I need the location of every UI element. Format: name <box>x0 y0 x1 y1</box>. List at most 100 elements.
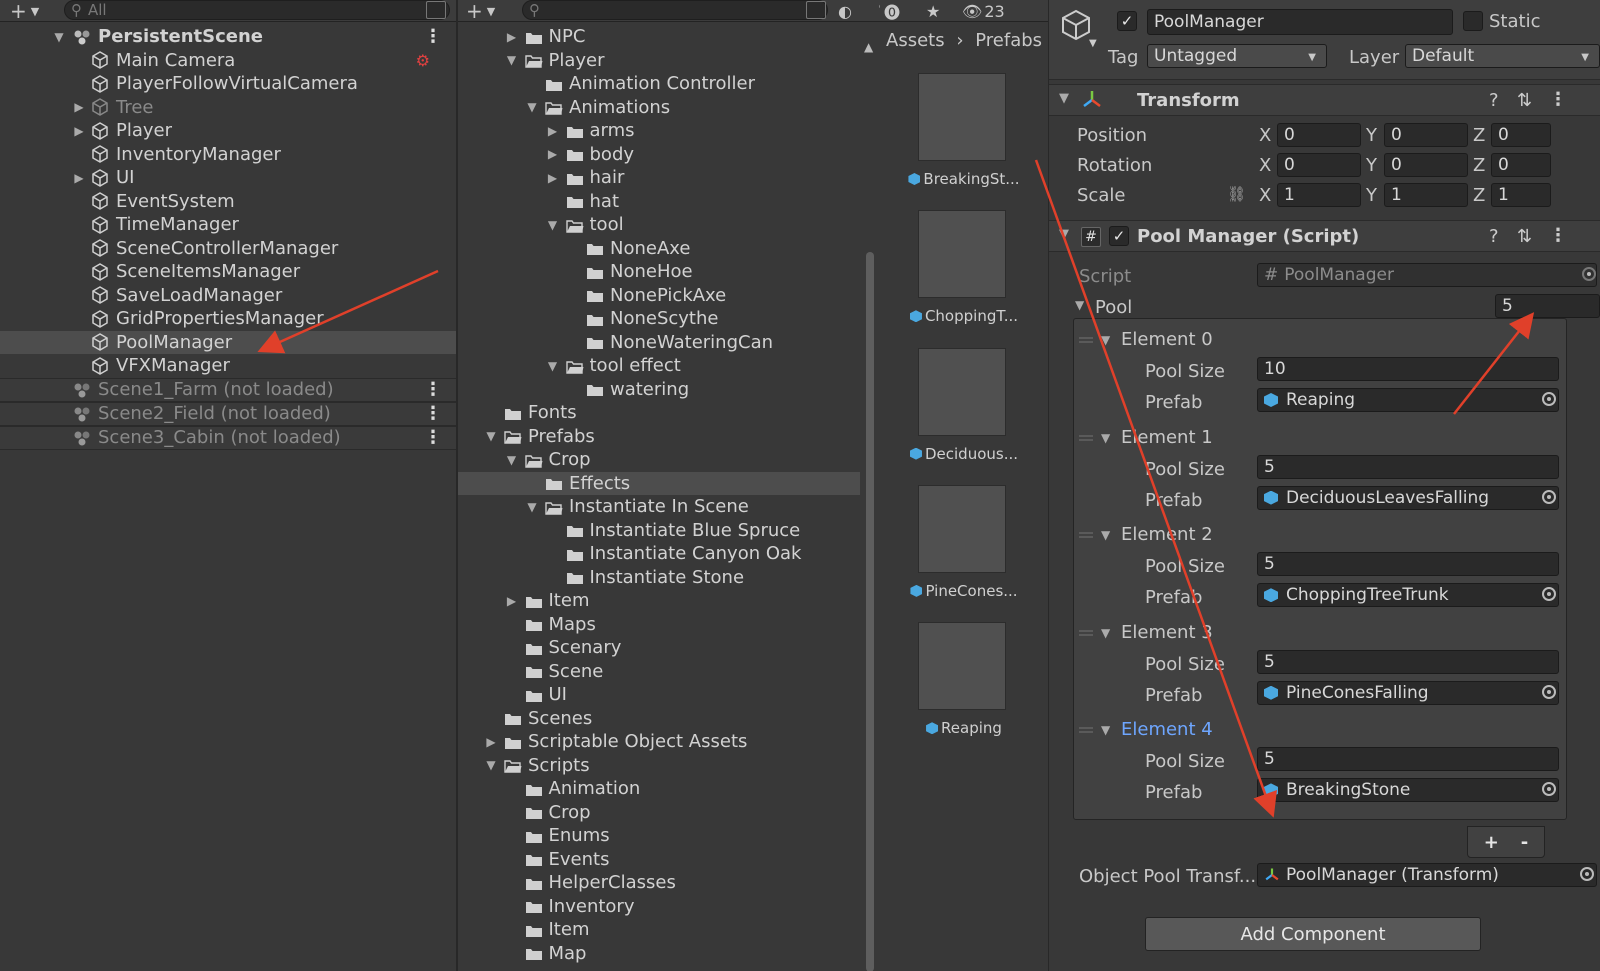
foldout-arrow-icon[interactable]: ▼ <box>1101 333 1110 347</box>
prefab-thumbnail[interactable] <box>918 484 1006 573</box>
project-folder[interactable]: Events <box>458 848 860 872</box>
foldout-arrow-icon[interactable]: ▼ <box>1059 91 1069 106</box>
scale-x-field[interactable]: 1 <box>1277 183 1361 207</box>
project-folder[interactable]: ▶ body <box>458 143 860 167</box>
scene-menu-icon[interactable]: ⋮ <box>424 26 442 47</box>
project-folder[interactable]: Animation <box>458 777 860 801</box>
element-label[interactable]: Element 0 <box>1121 329 1213 350</box>
project-folder[interactable]: NoneWateringCan <box>458 331 860 355</box>
project-folder[interactable]: Instantiate Canyon Oak <box>458 542 860 566</box>
project-folder[interactable]: Animation Controller <box>458 72 860 96</box>
object-picker-icon[interactable] <box>1542 392 1556 406</box>
hierarchy-item[interactable]: SaveLoadManager <box>0 284 456 308</box>
project-folder[interactable]: NoneAxe <box>458 237 860 261</box>
project-folder[interactable]: watering <box>458 378 860 402</box>
element-label[interactable]: Element 2 <box>1121 524 1213 545</box>
project-folder[interactable]: ▶ Item <box>458 589 860 613</box>
folder-toggle-icon[interactable]: ▼ <box>484 429 498 443</box>
project-folder[interactable]: ▼ Crop <box>458 448 860 472</box>
project-folder[interactable]: ▼ tool effect <box>458 354 860 378</box>
prefab-thumbnail[interactable] <box>918 210 1006 299</box>
expand-arrow-icon[interactable]: ▶ <box>72 171 86 185</box>
gameobject-icon[interactable] <box>1059 8 1093 47</box>
filter-by-type-icon[interactable]: ◐ <box>838 0 852 22</box>
object-pool-field[interactable]: PoolManager (Transform) <box>1257 863 1597 887</box>
element-prefab-field[interactable]: BreakingStone <box>1257 778 1559 803</box>
element-pool-size-field[interactable]: 5 <box>1257 454 1559 479</box>
folder-toggle-icon[interactable]: ▶ <box>505 594 519 608</box>
element-prefab-field[interactable]: ChoppingTreeTrunk <box>1257 583 1559 608</box>
presets-icon[interactable]: ⇅ <box>1517 90 1532 111</box>
project-search-input[interactable]: ⚲ <box>522 0 828 20</box>
project-folder[interactable]: NonePickAxe <box>458 284 860 308</box>
hierarchy-item[interactable]: Main Camera ⚙ <box>0 49 456 73</box>
static-checkbox[interactable] <box>1463 11 1483 31</box>
scene-menu-icon[interactable]: ⋮ <box>424 427 442 448</box>
project-folder[interactable]: Scene <box>458 660 860 684</box>
component-menu-icon[interactable]: ⋮ <box>1549 89 1567 110</box>
create-button[interactable]: + ▼ <box>10 0 39 23</box>
object-picker-icon[interactable] <box>1542 684 1556 699</box>
element-pool-size-field[interactable]: 5 <box>1257 552 1559 577</box>
hierarchy-item[interactable]: PlayerFollowVirtualCamera <box>0 72 456 96</box>
foldout-arrow-icon[interactable]: ▼ <box>1075 298 1084 312</box>
pool-size-field[interactable]: 5 <box>1495 294 1600 318</box>
search-by-type-icon[interactable] <box>806 1 826 19</box>
position-y-field[interactable]: 0 <box>1384 123 1468 147</box>
element-pool-size-field[interactable]: 5 <box>1257 649 1559 674</box>
prefab-item[interactable]: PineCones... <box>880 582 1048 600</box>
reorder-handle-icon[interactable] <box>1079 727 1093 734</box>
help-icon[interactable]: ? <box>1489 90 1499 111</box>
foldout-arrow-icon[interactable]: ▼ <box>1101 528 1110 542</box>
object-picker-icon[interactable] <box>1542 782 1556 797</box>
scene-search-icon[interactable] <box>426 1 446 19</box>
favorite-star-icon[interactable]: ★ <box>926 0 940 22</box>
prefab-thumbnail[interactable] <box>918 622 1006 711</box>
remove-element-button[interactable]: - <box>1521 832 1528 853</box>
project-folder[interactable]: hat <box>458 190 860 214</box>
object-picker-icon[interactable] <box>1580 867 1594 881</box>
position-z-field[interactable]: 0 <box>1491 123 1551 147</box>
active-checkbox[interactable]: ✓ <box>1117 11 1137 31</box>
scale-y-field[interactable]: 1 <box>1384 183 1468 207</box>
hierarchy-item[interactable]: SceneItemsManager <box>0 260 456 284</box>
hierarchy-item[interactable]: ▶ Tree <box>0 96 456 120</box>
element-label[interactable]: Element 1 <box>1121 427 1213 448</box>
project-scrollbar[interactable]: ▲ <box>864 40 876 971</box>
prefab-item[interactable]: Reaping <box>880 719 1048 737</box>
element-label[interactable]: Element 4 <box>1121 719 1213 740</box>
scroll-up-icon[interactable]: ▲ <box>864 40 873 54</box>
foldout-arrow-icon[interactable]: ▼ <box>1059 227 1069 242</box>
icon-dropdown-icon[interactable]: ▼ <box>1089 38 1097 49</box>
error-filter-icon[interactable]: ⓿ <box>884 0 900 22</box>
transform-header[interactable]: ▼ Transform ? ⇅ ⋮ <box>1049 84 1600 116</box>
foldout-arrow-icon[interactable]: ▼ <box>1101 723 1110 737</box>
layer-dropdown[interactable]: Default ▼ <box>1405 44 1600 68</box>
project-folder[interactable]: ▼ Prefabs <box>458 425 860 449</box>
constrain-proportions-icon[interactable]: ⛓ <box>1227 185 1246 203</box>
hierarchy-item[interactable]: VFXManager <box>0 354 456 378</box>
component-menu-icon[interactable]: ⋮ <box>1549 225 1567 246</box>
prefab-item[interactable]: ChoppingT... <box>880 307 1048 325</box>
breadcrumb-assets[interactable]: Assets <box>886 30 945 51</box>
prefab-thumbnail[interactable] <box>918 73 1006 161</box>
project-folder[interactable]: Inventory <box>458 895 860 919</box>
unloaded-scene-row[interactable]: Scene3_Cabin (not loaded) ⋮ <box>0 426 456 450</box>
element-pool-size-field[interactable]: 5 <box>1257 747 1559 772</box>
project-folder[interactable]: ▶ Scriptable Object Assets <box>458 730 860 754</box>
project-folder[interactable]: UI <box>458 683 860 707</box>
hierarchy-item[interactable]: PoolManager <box>0 330 456 354</box>
folder-toggle-icon[interactable]: ▶ <box>546 171 560 185</box>
presets-icon[interactable]: ⇅ <box>1517 226 1532 247</box>
prefab-item[interactable]: Deciduous... <box>880 445 1048 463</box>
folder-toggle-icon[interactable]: ▶ <box>546 147 560 161</box>
breadcrumb-prefabs[interactable]: Prefabs <box>975 30 1042 51</box>
reorder-handle-icon[interactable] <box>1079 337 1093 343</box>
element-prefab-field[interactable]: DeciduousLeavesFalling <box>1257 485 1559 510</box>
project-folder[interactable]: HelperClasses <box>458 871 860 895</box>
project-folder[interactable]: ▼ Player <box>458 49 860 73</box>
project-folder[interactable]: ▼ tool <box>458 213 860 237</box>
scene-menu-icon[interactable]: ⋮ <box>424 379 442 400</box>
create-asset-button[interactable]: + ▼ <box>466 0 495 23</box>
project-folder[interactable]: ▶ NPC <box>458 25 860 49</box>
